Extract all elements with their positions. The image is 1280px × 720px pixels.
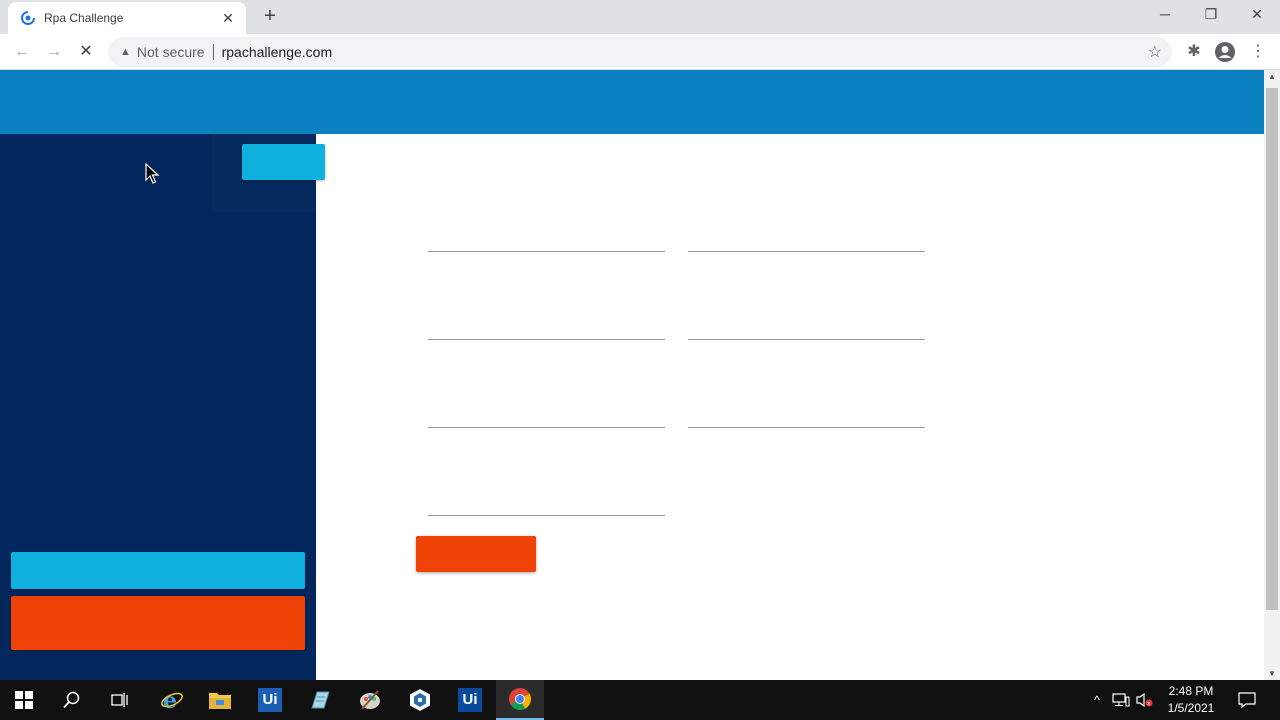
tab-title: Rpa Challenge — [44, 11, 124, 25]
scroll-up-icon[interactable]: ▲ — [1264, 72, 1280, 81]
tab-strip: Rpa Challenge ✕ + ─ ❐ ✕ — [0, 0, 1280, 34]
warning-icon: ▲ — [120, 46, 131, 58]
close-window-button[interactable]: ✕ — [1234, 0, 1280, 30]
submit-button[interactable] — [416, 536, 536, 572]
download-button[interactable] — [11, 552, 305, 589]
mouse-cursor-icon — [145, 163, 160, 184]
windows-taskbar: e Ui Ui ^ x 2:48 PM 1/5/2021 — [0, 680, 1280, 720]
form-field-4[interactable] — [688, 338, 925, 340]
svg-text:x: x — [1147, 701, 1150, 707]
page-viewport — [0, 70, 1264, 680]
chrome-icon[interactable] — [496, 680, 544, 720]
internet-explorer-icon[interactable]: e — [148, 680, 196, 720]
volume-muted-icon[interactable]: x — [1134, 680, 1156, 720]
paint-icon[interactable] — [346, 680, 394, 720]
file-explorer-icon[interactable] — [196, 680, 244, 720]
forward-icon[interactable]: → — [42, 40, 66, 64]
svg-text:e: e — [163, 688, 177, 712]
notifications-icon[interactable] — [1232, 680, 1262, 720]
extensions-icon[interactable]: ✱ — [1183, 41, 1205, 63]
page-scrollbar[interactable]: ▲ ▼ — [1264, 70, 1280, 680]
uipath-studio-label: Ui — [258, 688, 282, 712]
profile-icon[interactable] — [1214, 41, 1236, 63]
form-field-6[interactable] — [688, 426, 925, 428]
url-text[interactable]: rpachallenge.com — [222, 44, 333, 60]
address-bar[interactable]: ▲ Not secure rpachallenge.com ☆ — [108, 37, 1172, 67]
start-button[interactable] — [11, 596, 305, 650]
task-view-icon[interactable] — [96, 680, 144, 720]
page-header — [0, 70, 1264, 134]
browser-menu-icon[interactable]: ⋮ — [1247, 41, 1269, 63]
tab-close-icon[interactable]: ✕ — [220, 10, 236, 27]
search-icon[interactable] — [48, 680, 96, 720]
uipath-assistant-label: Ui — [458, 688, 482, 712]
sidebar — [0, 134, 325, 680]
form-field-7[interactable] — [428, 514, 665, 516]
form-field-3[interactable] — [428, 338, 665, 340]
network-icon[interactable] — [1110, 680, 1132, 720]
clock-date: 1/5/2021 — [1167, 701, 1215, 715]
form-field-1[interactable] — [428, 250, 665, 252]
app-icon[interactable] — [396, 680, 444, 720]
minimize-button[interactable]: ─ — [1142, 0, 1188, 30]
restore-button[interactable]: ❐ — [1188, 0, 1234, 30]
uipath-studio-icon[interactable]: Ui — [246, 680, 294, 720]
loading-spinner-icon — [21, 11, 35, 25]
form-field-2[interactable] — [688, 250, 925, 252]
security-label[interactable]: Not secure — [137, 44, 205, 60]
scroll-down-icon[interactable]: ▼ — [1264, 669, 1280, 678]
stop-loading-icon[interactable]: ✕ — [74, 40, 98, 64]
notepad-icon[interactable] — [296, 680, 344, 720]
sidebar-small-button[interactable] — [242, 144, 325, 180]
start-icon[interactable] — [0, 680, 48, 720]
new-tab-button[interactable]: + — [258, 5, 282, 29]
form-field-5[interactable] — [428, 426, 665, 428]
tab-rpa-challenge[interactable]: Rpa Challenge ✕ — [8, 2, 246, 34]
omnibox-separator — [212, 44, 214, 60]
system-clock[interactable]: 2:48 PM 1/5/2021 — [1160, 683, 1222, 717]
browser-toolbar: ← → ✕ ▲ Not secure rpachallenge.com ☆ ✱ … — [0, 34, 1280, 70]
tray-chevron-icon[interactable]: ^ — [1088, 680, 1106, 720]
clock-time: 2:48 PM — [1168, 684, 1214, 698]
uipath-assistant-icon[interactable]: Ui — [446, 680, 494, 720]
scroll-thumb[interactable] — [1266, 88, 1278, 610]
back-icon[interactable]: ← — [10, 40, 34, 64]
bookmark-star-icon[interactable]: ☆ — [1148, 42, 1162, 62]
